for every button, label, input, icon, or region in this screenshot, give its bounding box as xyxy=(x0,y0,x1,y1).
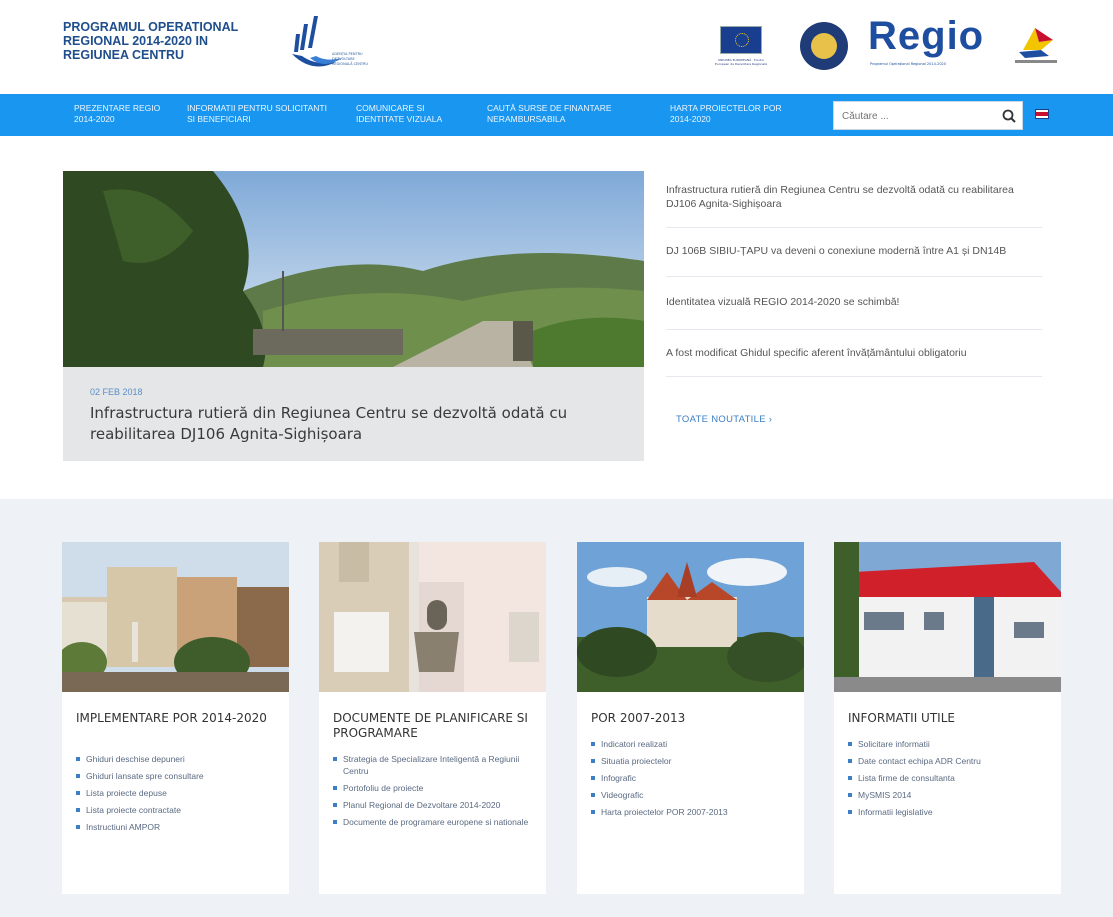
nav-item-comunicare[interactable]: COMUNICARE SI IDENTITATE VIZUALA xyxy=(356,103,471,125)
card-link[interactable]: Informatii legislative xyxy=(848,806,1053,818)
card-link-list: Solicitare informatii Date contact echip… xyxy=(848,738,1053,823)
regio-tagline: Programul Operațional Regional 2014-2020 xyxy=(870,62,947,66)
nav-item-harta[interactable]: HARTA PROIECTELOR POR 2014-2020 xyxy=(670,103,790,125)
card-informatii-utile: INFORMATII UTILE Solicitare informatii D… xyxy=(834,542,1061,894)
news-item[interactable]: DJ 106B SIBIU-ȚAPU va deveni o conexiune… xyxy=(666,228,1042,277)
card-link[interactable]: Date contact echipa ADR Centru xyxy=(848,755,1053,767)
card-link[interactable]: Lista firme de consultanta xyxy=(848,772,1053,784)
card-title[interactable]: DOCUMENTE DE PLANIFICARE SI PROGRAMARE xyxy=(333,711,538,741)
regio-logo[interactable]: Regio xyxy=(868,14,984,59)
english-language-flag-icon[interactable] xyxy=(1036,110,1048,118)
news-item[interactable]: A fost modificat Ghidul specific aferent… xyxy=(666,330,1042,377)
nav-item-cauta-surse[interactable]: CAUTĂ SURSE DE FINANTARE NERAMBURSABILA xyxy=(487,103,647,125)
card-link-list: Strategia de Specializare Inteligentă a … xyxy=(333,753,538,833)
all-news-link[interactable]: TOATE NOUTATILE › xyxy=(676,414,772,425)
card-link[interactable]: Solicitare informatii xyxy=(848,738,1053,750)
nav-item-prezentare[interactable]: PREZENTARE REGIO 2014-2020 xyxy=(74,103,169,125)
card-title[interactable]: INFORMATII UTILE xyxy=(848,711,1053,726)
news-item[interactable]: Identitatea vizuală REGIO 2014-2020 se s… xyxy=(666,277,1042,330)
eu-caption: UNIUNEA EUROPEANĂ · Fondul European de D… xyxy=(715,58,767,66)
news-list: Infrastructura rutieră din Regiunea Cent… xyxy=(666,171,1042,377)
featured-story[interactable]: 02 FEB 2018 Infrastructura rutieră din R… xyxy=(63,171,644,461)
card-documente: DOCUMENTE DE PLANIFICARE SI PROGRAMARE S… xyxy=(319,542,546,894)
featured-road-photo xyxy=(63,171,644,367)
card-link-list: Indicatori realizati Situatia proiectelo… xyxy=(591,738,796,823)
card-photo-castle xyxy=(577,542,804,692)
card-por-2007-2013: POR 2007-2013 Indicatori realizati Situa… xyxy=(577,542,804,894)
card-link[interactable]: Strategia de Specializare Inteligentă a … xyxy=(333,753,538,777)
card-link[interactable]: MySMIS 2014 xyxy=(848,789,1053,801)
card-photo-office xyxy=(834,542,1061,692)
card-link[interactable]: Portofoliu de proiecte xyxy=(333,782,538,794)
card-link[interactable]: Documente de programare europene si nati… xyxy=(333,816,538,828)
featured-date: 02 FEB 2018 xyxy=(90,387,143,397)
card-link[interactable]: Infografic xyxy=(591,772,796,784)
card-link[interactable]: Indicatori realizati xyxy=(591,738,796,750)
featured-caption: 02 FEB 2018 Infrastructura rutieră din R… xyxy=(63,367,644,461)
card-link[interactable]: Videografic xyxy=(591,789,796,801)
card-implementare: IMPLEMENTARE POR 2014-2020 Ghiduri desch… xyxy=(62,542,289,894)
card-title[interactable]: POR 2007-2013 xyxy=(591,711,796,726)
centenary-star-icon[interactable] xyxy=(1005,20,1065,70)
card-photo-square xyxy=(62,542,289,692)
eu-fund-logo[interactable]: UNIUNEA EUROPEANĂ · Fondul European de D… xyxy=(712,20,770,72)
card-link[interactable]: Ghiduri deschise depuneri xyxy=(76,753,281,765)
card-link-list: Ghiduri deschise depuneri Ghiduri lansat… xyxy=(76,753,281,838)
card-link[interactable]: Lista proiecte depuse xyxy=(76,787,281,799)
search-box xyxy=(833,101,1023,130)
card-title[interactable]: IMPLEMENTARE POR 2014-2020 xyxy=(76,711,281,726)
card-link[interactable]: Ghiduri lansate spre consultare xyxy=(76,770,281,782)
eu-flag-icon xyxy=(720,26,762,54)
news-item[interactable]: Infrastructura rutieră din Regiunea Cent… xyxy=(666,171,1042,228)
search-input[interactable] xyxy=(842,108,992,124)
search-icon[interactable] xyxy=(1001,108,1017,124)
featured-title[interactable]: Infrastructura rutieră din Regiunea Cent… xyxy=(90,403,610,445)
card-link[interactable]: Lista proiecte contractate xyxy=(76,804,281,816)
romanian-government-logo[interactable] xyxy=(800,22,848,70)
card-link[interactable]: Situatia proiectelor xyxy=(591,755,796,767)
card-photo-building xyxy=(319,542,546,692)
nav-item-informatii[interactable]: INFORMATII PENTRU SOLICITANTI SI BENEFIC… xyxy=(187,103,337,125)
card-link[interactable]: Instructiuni AMPOR xyxy=(76,821,281,833)
site-header: PROGRAMUL OPERATIONAL REGIONAL 2014-2020… xyxy=(0,0,1113,94)
program-title[interactable]: PROGRAMUL OPERATIONAL REGIONAL 2014-2020… xyxy=(63,20,273,62)
card-link[interactable]: Planul Regional de Dezvoltare 2014-2020 xyxy=(333,799,538,811)
card-link[interactable]: Harta proiectelor POR 2007-2013 xyxy=(591,806,796,818)
adr-logo-text: AGENȚIA PENTRU DEZVOLTARE REGIONALĂ CENT… xyxy=(332,52,369,66)
